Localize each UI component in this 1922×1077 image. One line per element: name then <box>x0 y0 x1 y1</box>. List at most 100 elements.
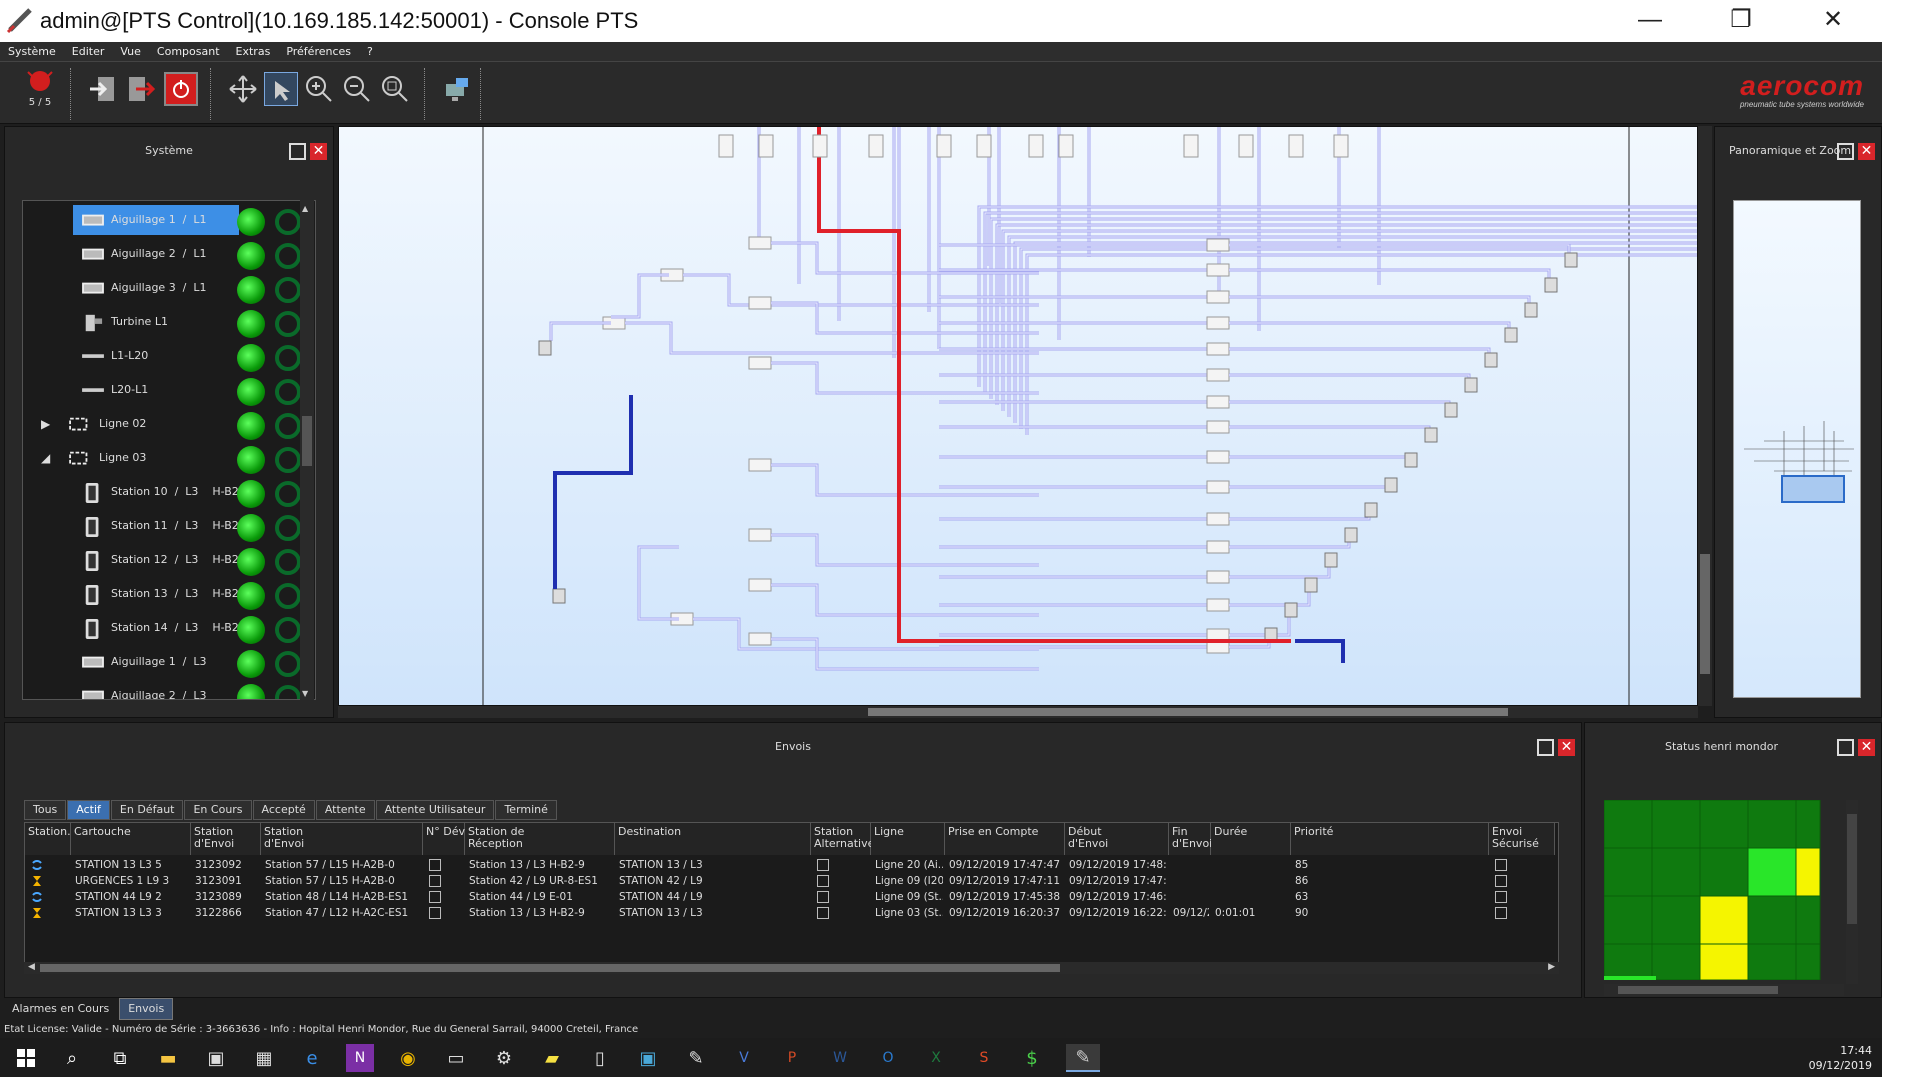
undock-button[interactable] <box>1537 739 1554 756</box>
menu-editer[interactable]: Editer <box>64 42 113 62</box>
zoom-fit-button[interactable] <box>378 72 412 106</box>
devie-checkbox[interactable] <box>429 859 441 871</box>
heatmap-cell[interactable] <box>1604 847 1653 897</box>
tree-item[interactable]: ◢ Ligne 03 <box>23 441 303 475</box>
devie-checkbox[interactable] <box>429 907 441 919</box>
column-header[interactable]: Destination <box>615 823 811 855</box>
filter-tab[interactable]: En Cours <box>184 800 252 820</box>
diagram-vscroll[interactable] <box>1698 126 1712 706</box>
filter-tab[interactable]: Terminé <box>495 800 557 820</box>
table-row[interactable]: STATION 13 L3 5 3123092 Station 57 / L15 H… <box>25 857 1560 873</box>
power-button[interactable] <box>164 72 198 106</box>
tree-item[interactable]: Station 11 / L3 H-B2-7 <box>23 509 303 543</box>
store-icon[interactable]: ▣ <box>202 1044 230 1072</box>
heatmap-cell[interactable] <box>1747 847 1797 897</box>
visio-icon[interactable]: V <box>730 1044 758 1072</box>
tree-item[interactable]: Aiguillage 2 / L1 <box>23 237 303 271</box>
column-header[interactable]: Envoi Sécurisé <box>1489 823 1555 855</box>
filter-tab[interactable]: Tous <box>24 800 67 820</box>
column-header[interactable]: Prise en Compte <box>945 823 1065 855</box>
bottom-tab[interactable]: Envois <box>119 998 174 1020</box>
column-header[interactable]: Ligne <box>871 823 945 855</box>
viewport-rect[interactable] <box>1781 475 1845 503</box>
terminal-icon[interactable]: ▣ <box>634 1044 662 1072</box>
alarm-counter[interactable]: 5 / 5 <box>14 68 66 120</box>
calculator-icon[interactable]: ▦ <box>250 1044 278 1072</box>
search-icon[interactable]: ⌕ <box>58 1044 86 1072</box>
alternative-checkbox[interactable] <box>817 875 829 887</box>
close-button[interactable]: ✕ <box>1808 4 1858 36</box>
heatmap-cell[interactable] <box>1604 800 1653 849</box>
column-header[interactable]: Station. <box>25 823 71 855</box>
tree-item[interactable]: ▶ Ligne 02 <box>23 407 303 441</box>
tree-item[interactable]: Station 12 / L3 H-B2-8 <box>23 543 303 577</box>
status-vscroll[interactable] <box>1846 800 1858 984</box>
column-header[interactable]: Station d'Envoi <box>261 823 423 855</box>
logout-button[interactable] <box>124 72 158 106</box>
undock-button[interactable] <box>1837 143 1854 160</box>
heatmap-cell[interactable] <box>1747 895 1797 945</box>
sticky-notes-icon[interactable]: ▰ <box>538 1044 566 1072</box>
tree-item[interactable]: Aiguillage 1 / L3 <box>23 645 303 679</box>
column-header[interactable]: Cartouche <box>71 823 191 855</box>
table-row[interactable]: URGENCES 1 L9 3 3123091 Station 57 / L15 H… <box>25 873 1560 889</box>
zoom-out-button[interactable] <box>340 72 374 106</box>
heatmap-cell[interactable] <box>1699 895 1749 945</box>
heatmap-cell[interactable] <box>1747 800 1797 849</box>
devie-checkbox[interactable] <box>429 891 441 903</box>
pan-button[interactable] <box>226 72 260 106</box>
document-icon[interactable]: ▭ <box>442 1044 470 1072</box>
heatmap-cell[interactable] <box>1795 800 1821 849</box>
column-header[interactable]: Fin d'Envoi <box>1169 823 1212 855</box>
diagram-hscroll[interactable] <box>338 706 1698 718</box>
network-button[interactable] <box>440 72 474 106</box>
windows-start-icon[interactable] <box>12 1044 40 1072</box>
file-explorer-icon[interactable]: ▬ <box>154 1044 182 1072</box>
powerpoint-icon[interactable]: P <box>778 1044 806 1072</box>
tree-item[interactable]: Turbine L1 <box>23 305 303 339</box>
menu-extras[interactable]: Extras <box>228 42 279 62</box>
alternative-checkbox[interactable] <box>817 859 829 871</box>
tree-item[interactable]: L1-L20 <box>23 339 303 373</box>
column-header[interactable]: Station de Réception <box>465 823 615 855</box>
column-header[interactable]: Station Alternative <box>811 823 874 855</box>
alternative-checkbox[interactable] <box>817 907 829 919</box>
heatmap-cell[interactable] <box>1795 943 1821 980</box>
status-heatmap[interactable] <box>1604 800 1854 980</box>
heatmap-cell[interactable] <box>1795 895 1821 945</box>
filter-tab[interactable]: Attente Utilisateur <box>375 800 495 820</box>
heatmap-cell[interactable] <box>1651 895 1701 945</box>
tree-item[interactable]: Station 13 / L3 H-B2-9 <box>23 577 303 611</box>
filter-tab[interactable]: Accepté <box>252 800 315 820</box>
maximize-button[interactable]: ❐ <box>1716 4 1766 36</box>
menu-composant[interactable]: Composant <box>149 42 228 62</box>
outlook-icon[interactable]: O <box>874 1044 902 1072</box>
chrome-icon[interactable]: ◉ <box>394 1044 422 1072</box>
table-hscroll[interactable]: ◀ ▶ <box>24 962 1559 974</box>
bottom-tab[interactable]: Alarmes en Cours <box>4 999 117 1019</box>
column-header[interactable]: Station d'Envoi <box>191 823 261 855</box>
file-icon[interactable]: ▯ <box>586 1044 614 1072</box>
settings-icon[interactable]: ⚙ <box>490 1044 518 1072</box>
devie-checkbox[interactable] <box>429 875 441 887</box>
tree-item[interactable]: Aiguillage 1 / L1 <box>23 203 303 237</box>
heatmap-cell[interactable] <box>1651 847 1701 897</box>
panel-close-button[interactable]: ✕ <box>1858 739 1875 756</box>
table-row[interactable]: STATION 44 L9 2 3123089 Station 48 / L14 H… <box>25 889 1560 905</box>
heatmap-cell[interactable] <box>1699 847 1749 897</box>
secure-checkbox[interactable] <box>1495 859 1507 871</box>
menu-systeme[interactable]: Système <box>0 42 64 62</box>
tube-network-svg[interactable] <box>339 127 1698 706</box>
heatmap-cell[interactable] <box>1651 800 1701 849</box>
column-header[interactable]: Début d'Envoi <box>1065 823 1169 855</box>
heatmap-cell[interactable] <box>1699 800 1749 849</box>
secure-checkbox[interactable] <box>1495 891 1507 903</box>
onenote-icon[interactable]: N <box>346 1044 374 1072</box>
alternative-checkbox[interactable] <box>817 891 829 903</box>
heatmap-cell[interactable] <box>1604 895 1653 945</box>
column-header[interactable]: N° Dévié <box>423 823 475 855</box>
menu-help[interactable]: ? <box>359 42 381 62</box>
minimize-button[interactable]: — <box>1625 4 1675 36</box>
zoom-in-button[interactable] <box>302 72 336 106</box>
network-diagram[interactable] <box>338 126 1698 706</box>
